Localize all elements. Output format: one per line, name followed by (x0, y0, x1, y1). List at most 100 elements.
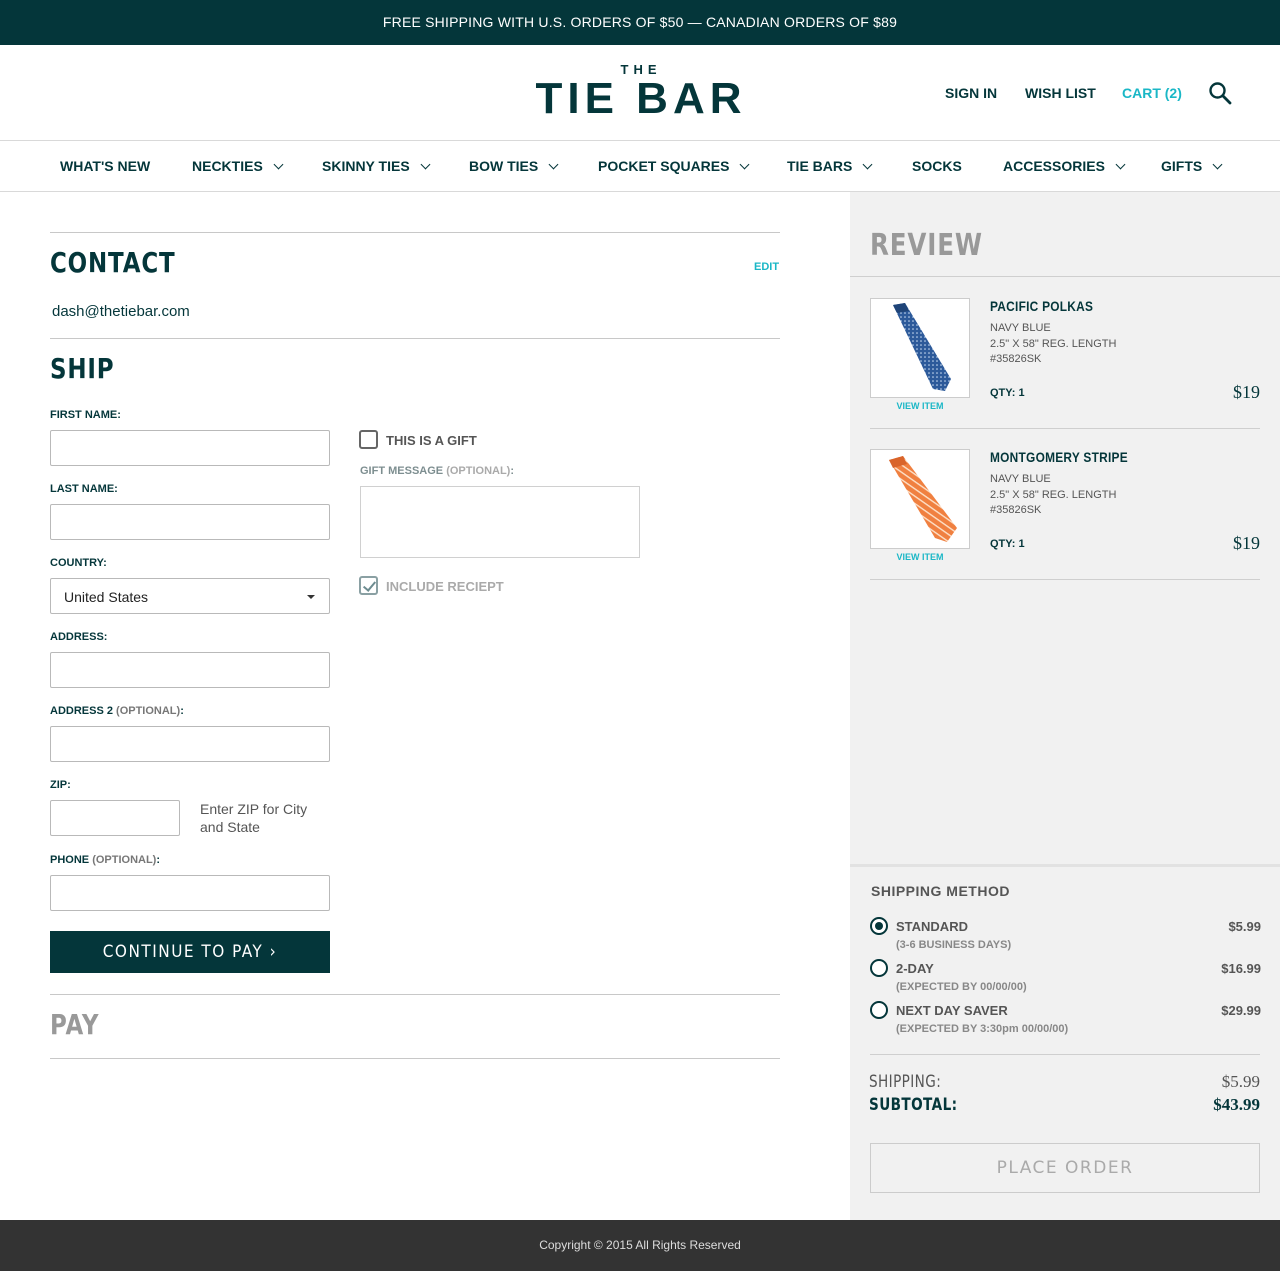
site-header: THE TIE BAR SIGN IN WISH LIST CART (2) (0, 45, 1280, 141)
gift-message-field[interactable] (360, 486, 640, 558)
cart-link[interactable]: CART (2) (1122, 85, 1182, 101)
divider (870, 428, 1260, 429)
checkout-form: CONTACT EDIT dash@thetiebar.com SHIP FIR… (0, 192, 850, 1220)
view-item-link[interactable]: VIEW ITEM (870, 552, 970, 562)
subtotal-label: SUBTOTAL: (869, 1095, 958, 1115)
shipping-option-name: NEXT DAY SAVER (896, 1003, 1008, 1018)
main-nav: WHAT'S NEW NECKTIES SKINNY TIES BOW TIES… (0, 141, 1280, 192)
zip-hint: Enter ZIP for City and State (200, 801, 308, 835)
place-order-button[interactable]: PLACE ORDER (870, 1143, 1260, 1193)
include-receipt-checkbox[interactable] (359, 576, 378, 595)
address-field[interactable] (50, 652, 330, 688)
shipping-method-title: SHIPPING METHOD (871, 883, 1010, 899)
contact-edit-link[interactable]: EDIT (754, 261, 779, 273)
site-logo[interactable]: THE TIE BAR (526, 63, 756, 121)
divider (870, 579, 1260, 580)
standard-shipping-radio[interactable] (870, 917, 888, 935)
divider (50, 1058, 780, 1059)
nav-socks[interactable]: SOCKS (912, 158, 962, 174)
zip-label: ZIP: (50, 779, 71, 791)
order-review-panel: REVIEW VIEW ITEM PACIFIC POLKAS NAVY BLU… (850, 192, 1280, 1220)
item-qty: QTY: 1 (990, 538, 1025, 550)
item-sku: #35826SK (990, 504, 1042, 516)
last-name-label: LAST NAME: (50, 483, 118, 495)
shipping-total-label: SHIPPING: (869, 1072, 942, 1092)
next-day-shipping-radio[interactable] (870, 1001, 888, 1019)
nav-neckties[interactable]: NECKTIES (192, 158, 284, 174)
address2-field[interactable] (50, 726, 330, 762)
pay-title: PAY (50, 1008, 100, 1041)
gift-message-label-text: GIFT MESSAGE (360, 465, 444, 477)
logo-main: TIE BAR (535, 74, 747, 123)
sign-in-link[interactable]: SIGN IN (945, 85, 997, 101)
phone-label: PHONE (OPTIONAL): (50, 854, 160, 866)
search-icon[interactable] (1208, 81, 1232, 105)
label-colon: : (510, 465, 515, 477)
optional-tag: (OPTIONAL) (92, 854, 157, 866)
phone-label-text: PHONE (50, 854, 90, 866)
country-value: United States (64, 589, 149, 605)
optional-tag: (OPTIONAL) (446, 465, 511, 477)
nav-label: SKINNY TIES (322, 158, 410, 174)
nav-skinny-ties[interactable]: SKINNY TIES (322, 158, 431, 174)
include-receipt-label: INCLUDE RECIEPT (386, 579, 504, 594)
shipping-option-detail: (EXPECTED BY 00/00/00) (896, 981, 1027, 993)
nav-tie-bars[interactable]: TIE BARS (787, 158, 873, 174)
nav-bow-ties[interactable]: BOW TIES (469, 158, 559, 174)
chevron-down-icon (548, 159, 559, 170)
divider (50, 994, 780, 995)
shipping-option-price: $29.99 (1221, 1003, 1261, 1018)
address2-label: ADDRESS 2 (OPTIONAL): (50, 705, 184, 717)
nav-gifts[interactable]: GIFTS (1161, 158, 1223, 174)
shipping-option-name: 2-DAY (896, 961, 934, 976)
item-sku: #35826SK (990, 353, 1042, 365)
shipping-total-value: $5.99 (1221, 1072, 1260, 1091)
promo-banner: FREE SHIPPING WITH U.S. ORDERS OF $50 — … (0, 0, 1280, 45)
divider (870, 1054, 1260, 1055)
chevron-down-icon (1115, 159, 1126, 170)
phone-field[interactable] (50, 875, 330, 911)
nav-label: TIE BARS (787, 158, 853, 174)
nav-accessories[interactable]: ACCESSORIES (1003, 158, 1126, 174)
nav-label: ACCESSORIES (1003, 158, 1105, 174)
nav-label: NECKTIES (192, 158, 263, 174)
chevron-down-icon (740, 159, 750, 170)
country-select[interactable]: United States (50, 578, 330, 614)
first-name-field[interactable] (50, 430, 330, 466)
divider (850, 276, 1280, 277)
shipping-option-detail: (EXPECTED BY 3:30pm 00/00/00) (896, 1023, 1069, 1035)
tie-image (889, 456, 957, 542)
item-price: $19 (1233, 533, 1260, 553)
gift-checkbox[interactable] (359, 430, 378, 449)
label-colon: : (156, 854, 161, 866)
item-qty: QTY: 1 (990, 387, 1025, 399)
first-name-label: FIRST NAME: (50, 409, 121, 421)
address-label: ADDRESS: (50, 631, 108, 643)
contact-email: dash@thetiebar.com (52, 303, 190, 320)
nav-label: WHAT'S NEW (60, 158, 151, 174)
continue-to-pay-button[interactable]: CONTINUE TO PAY › (50, 931, 330, 973)
optional-tag: (OPTIONAL) (116, 705, 181, 717)
zip-field[interactable] (50, 800, 180, 836)
item-color: NAVY BLUE (990, 473, 1051, 485)
view-item-link[interactable]: VIEW ITEM (870, 401, 970, 411)
tie-image (893, 303, 951, 391)
caret-down-icon (307, 595, 315, 599)
cart-item: VIEW ITEM PACIFIC POLKAS NAVY BLUE 2.5" … (870, 298, 1260, 449)
nav-label: BOW TIES (469, 158, 539, 174)
shipping-method-section: SHIPPING METHOD STANDARD (3-6 BUSINESS D… (850, 864, 1280, 1220)
nav-whats-new[interactable]: WHAT'S NEW (60, 158, 150, 174)
product-thumbnail[interactable] (870, 298, 970, 398)
shipping-option-price: $16.99 (1221, 961, 1261, 976)
shipping-option-price: $5.99 (1228, 919, 1261, 934)
chevron-down-icon (1212, 159, 1223, 170)
nav-pocket-squares[interactable]: POCKET SQUARES (598, 158, 750, 174)
two-day-shipping-radio[interactable] (870, 959, 888, 977)
product-thumbnail[interactable] (870, 449, 970, 549)
chevron-down-icon (862, 159, 873, 170)
cart-item: VIEW ITEM MONTGOMERY STRIPE NAVY BLUE 2.… (870, 449, 1260, 600)
last-name-field[interactable] (50, 504, 330, 540)
item-color: NAVY BLUE (990, 322, 1051, 334)
shipping-option-name: STANDARD (896, 919, 968, 934)
wish-list-link[interactable]: WISH LIST (1025, 85, 1096, 101)
